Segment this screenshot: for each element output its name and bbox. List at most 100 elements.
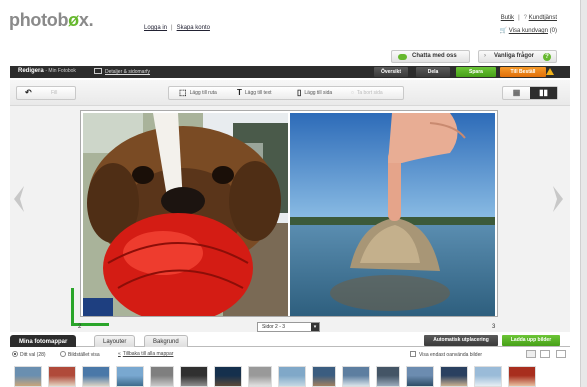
add-image-label: Lägg till ruta (189, 90, 217, 96)
photobox-logo[interactable]: photobøx. (9, 10, 94, 31)
header-right-links: Butik |? Kundtjänst 🛒 Visa kundvagn (0) (500, 12, 557, 38)
large-thumbs-icon[interactable] (540, 350, 550, 358)
add-page-label: Lägg till sida (304, 90, 333, 96)
undo-icon: ↶ (25, 88, 32, 97)
photo-thumbnail[interactable] (406, 366, 434, 387)
back-arrow-icon: « (118, 351, 121, 357)
save-button[interactable]: Spara (456, 67, 496, 77)
photo-thumbnail[interactable] (150, 366, 174, 387)
left-page-number: 2 (78, 324, 82, 330)
previous-page-arrow[interactable] (12, 186, 26, 212)
list-view-icon[interactable] (556, 350, 566, 358)
warning-icon[interactable] (546, 68, 554, 75)
details-label: Detaljer & sidomarfy (105, 69, 151, 75)
separator: | (518, 15, 520, 21)
photo-thumbnail[interactable] (180, 366, 208, 387)
chat-label: Chatta med oss (412, 53, 457, 59)
radio-icon (60, 351, 66, 357)
photo-thumbnail[interactable] (474, 366, 502, 387)
add-page-button[interactable]: ▯ Lägg till sida (297, 87, 332, 99)
chat-icon (398, 54, 407, 60)
help-icon: ? (523, 15, 527, 21)
back-to-folders-link[interactable]: «Tillbaka till alla mappar (118, 351, 173, 357)
upload-photos-button[interactable]: Ladda upp bilder (502, 335, 560, 346)
filter-all-label: Ditt val (28) (20, 352, 46, 358)
back-to-folders-label: Tillbaka till alla mappar (122, 351, 174, 357)
photo-thumbnail[interactable] (440, 366, 468, 387)
editor-bar: Redigera - Min Fotobok Detaljer & sidoma… (10, 66, 570, 78)
next-page-arrow[interactable] (551, 186, 565, 212)
chat-button[interactable]: Chatta med oss (391, 50, 470, 63)
book-icon (94, 68, 102, 74)
grid-icon: ▦ (512, 88, 521, 97)
add-text-button[interactable]: T Lägg till text (237, 87, 272, 99)
page-selector[interactable]: Sidor 2 - 3 ▾ (257, 322, 320, 332)
delete-page-label: Ta bort sida (356, 90, 383, 96)
undo-button[interactable]: ↶ (25, 87, 35, 99)
checkout-button[interactable]: Till Beställ (500, 67, 546, 77)
faq-button[interactable]: › Vanliga frågor? (478, 50, 557, 63)
shop-link[interactable]: Butik (501, 15, 514, 21)
photo-thumbnail[interactable] (376, 366, 400, 387)
insert-group: ⬚ Lägg till ruta T Lägg till text ▯ Lägg ti… (168, 86, 404, 100)
add-text-label: Lägg till text (244, 90, 272, 96)
photo-thumbnail[interactable] (312, 366, 336, 387)
fill-button[interactable]: Fill (51, 87, 57, 99)
editor-subtitle: - Min Fotobok (45, 68, 76, 74)
right-page-number: 3 (492, 324, 496, 330)
share-button[interactable]: Dela (416, 67, 450, 77)
frame-icon: ⬚ (179, 88, 187, 97)
photo-thumbnail[interactable] (116, 366, 144, 387)
dog-photo[interactable] (83, 113, 288, 316)
question-icon: ? (543, 53, 551, 61)
photo-thumbnail[interactable] (82, 366, 110, 387)
details-link[interactable]: Detaljer & sidomarfy (94, 68, 150, 75)
faq-label: Vanliga frågor (494, 53, 535, 59)
spread-view-button[interactable]: ▮▮ (530, 87, 557, 99)
trash-icon: ▫ (351, 88, 354, 97)
unused-only-label: Visa endast oanvända bilder (419, 352, 483, 358)
cart-count: (0) (549, 28, 557, 34)
photo-thumbnail[interactable] (508, 366, 536, 387)
photo-thumbnail[interactable] (278, 366, 306, 387)
photo-thumbnails (10, 364, 580, 387)
photo-thumbnail[interactable] (48, 366, 76, 387)
delete-page-button[interactable]: ▫ Ta bort sida (351, 87, 383, 99)
filter-sort[interactable]: Bildstället visa (60, 351, 100, 358)
filter-sort-label: Bildstället visa (68, 352, 100, 358)
photo-thumbnail[interactable] (14, 366, 42, 387)
login-link[interactable]: Logga in (144, 25, 167, 31)
page-icon: ▯ (297, 88, 302, 97)
cart-icon: 🛒 (499, 28, 508, 34)
small-thumbs-icon[interactable] (526, 350, 536, 358)
photo-thumbnail[interactable] (248, 366, 272, 387)
signup-link[interactable]: Skapa konto (177, 25, 210, 31)
view-toggle-group: ▦ ▮▮ (502, 86, 558, 100)
editor-title: Redigera - Min Fotobok (18, 68, 76, 74)
logo-text: photob (9, 10, 69, 30)
photo-thumbnail[interactable] (214, 366, 242, 387)
finger-rock-photo[interactable] (290, 113, 495, 316)
auto-layout-button[interactable]: Automatisk utplacering (424, 335, 498, 346)
checkbox-icon (410, 351, 416, 357)
unused-only-checkbox[interactable]: Visa endast oanvända bilder (410, 351, 482, 358)
photo-thumbnail[interactable] (342, 366, 370, 387)
filter-all[interactable]: Ditt val (28) (12, 351, 46, 358)
tab-backgrounds[interactable]: Bakgrund (144, 335, 188, 347)
grid-view-button[interactable]: ▦ (503, 87, 530, 99)
cart-link[interactable]: Visa kundvagn (509, 28, 548, 34)
page-scrollbar[interactable] (580, 0, 587, 387)
page-selector-value: Sidor 2 - 3 (262, 324, 286, 330)
tab-my-photos[interactable]: Mina fotomappar (10, 335, 77, 347)
logo-text-end: x. (78, 10, 94, 30)
logo-x: ø (68, 10, 79, 30)
editor-title-label: Redigera (18, 68, 44, 74)
editor-toolbar: ↶ Fill ⬚ Lägg till ruta T Lägg till text ▯… (10, 80, 570, 106)
crop-marker (71, 288, 109, 326)
tab-layouts[interactable]: Layouter (94, 335, 136, 347)
text-icon: T (237, 88, 242, 97)
add-image-button[interactable]: ⬚ Lägg till ruta (179, 87, 217, 99)
customer-service-link[interactable]: Kundtjänst (529, 15, 557, 21)
overview-button[interactable]: Översikt (374, 67, 408, 77)
undo-fill-group: ↶ Fill (16, 86, 76, 100)
